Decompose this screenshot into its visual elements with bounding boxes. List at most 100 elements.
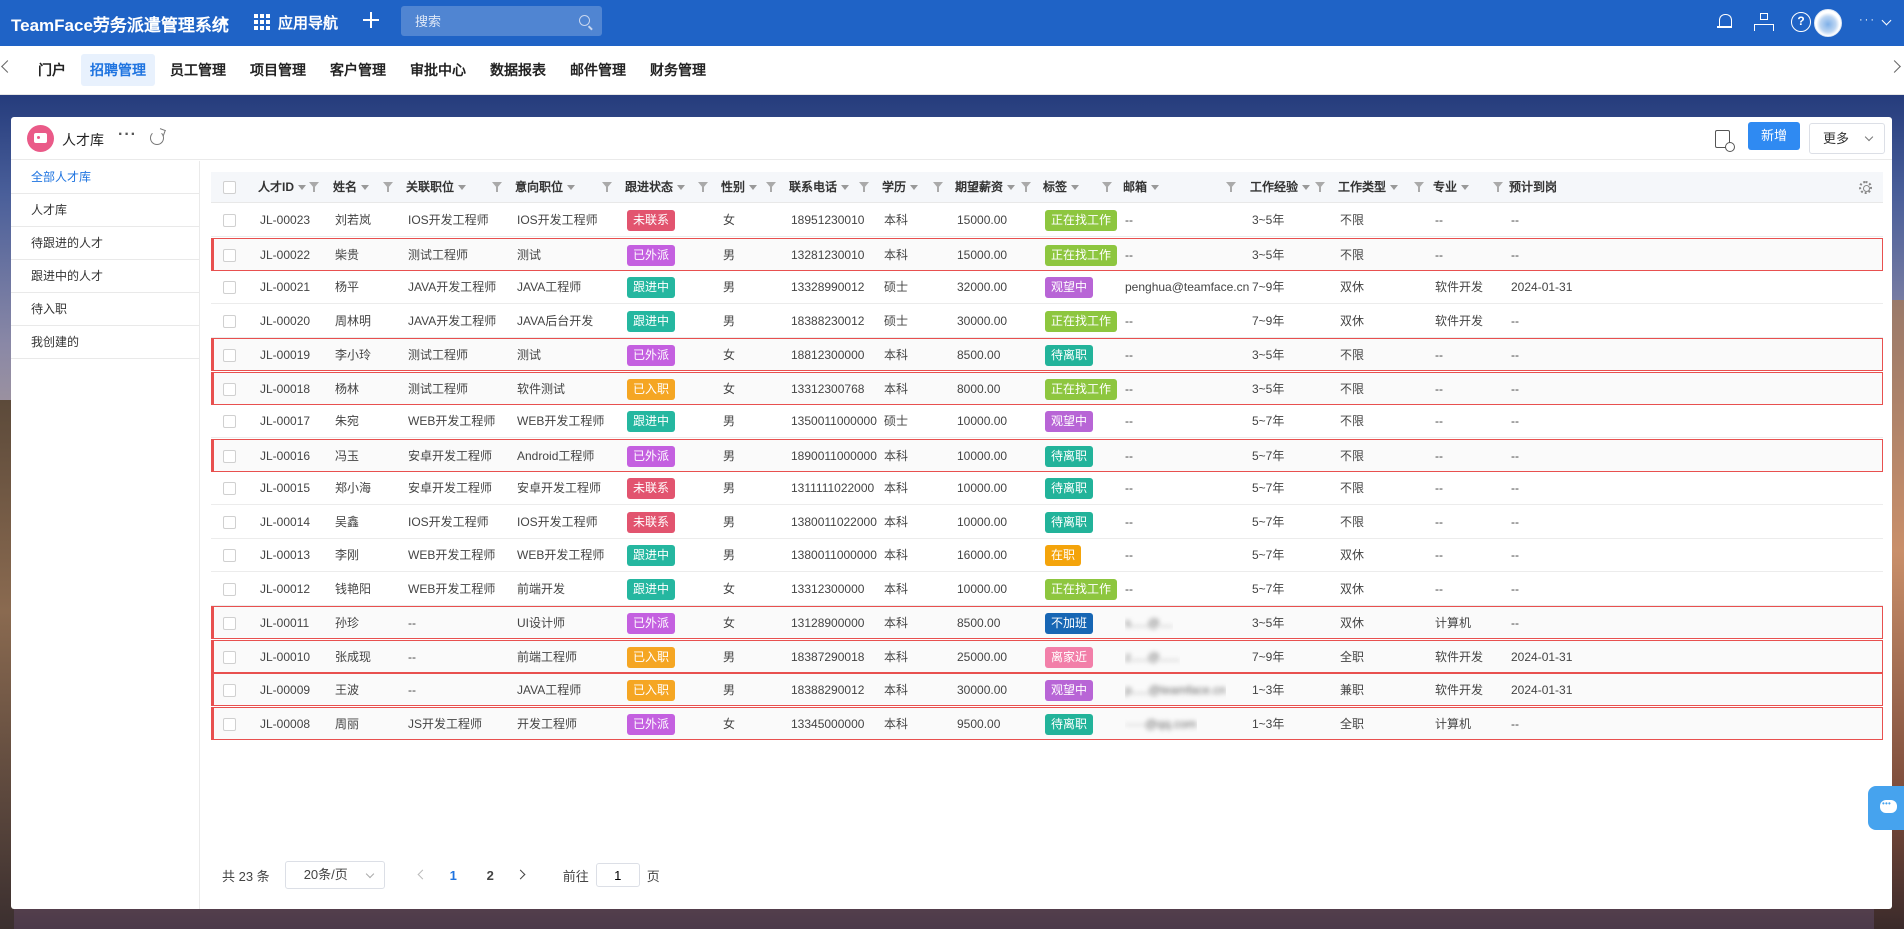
column-header-intent[interactable]: 意向职位	[515, 172, 576, 203]
row-checkbox[interactable]	[223, 617, 236, 630]
column-header-phone[interactable]: 联系电话	[789, 172, 850, 203]
filter-icon[interactable]	[492, 182, 502, 192]
tab-module-0[interactable]: 门户	[29, 54, 75, 86]
tab-module-6[interactable]: 数据报表	[481, 54, 555, 86]
filter-icon[interactable]	[309, 182, 319, 192]
table-row[interactable]: JL-00010 张成现 -- 前端工程师 已入职 男 18387290018 本科 25000…	[211, 639, 1883, 673]
table-row[interactable]: JL-00015 郑小海 安卓开发工程师 安卓开发工程师 未联系 男 13111110220…	[211, 472, 1883, 505]
sidebar-item-2[interactable]: 待跟进的人才	[11, 227, 199, 260]
filter-icon[interactable]	[933, 182, 943, 192]
row-checkbox[interactable]	[223, 415, 236, 428]
column-header-date[interactable]: 预计到岗	[1509, 172, 1557, 203]
more-dots-icon[interactable]: ···	[118, 126, 137, 144]
select-all-checkbox[interactable]	[223, 181, 236, 194]
column-header-exp[interactable]: 工作经验	[1250, 172, 1311, 203]
table-row[interactable]: JL-00013 李刚 WEB开发工程师 WEB开发工程师 跟进中 男 1380011000…	[211, 539, 1883, 572]
filter-icon[interactable]	[1021, 182, 1031, 192]
settings-icon[interactable]	[1859, 181, 1872, 194]
chevron-down-icon[interactable]	[1881, 15, 1892, 26]
table-row[interactable]: JL-00012 钱艳阳 WEB开发工程师 前端开发 跟进中 女 13312300000 本科…	[211, 573, 1883, 606]
table-row[interactable]: JL-00020 周林明 JAVA开发工程师 JAVA后台开发 跟进中 男 18388230…	[211, 305, 1883, 338]
sidebar-item-0[interactable]: 全部人才库	[11, 161, 199, 194]
filter-icon[interactable]	[1315, 182, 1325, 192]
column-header-edu[interactable]: 学历	[882, 172, 919, 203]
table-row[interactable]: JL-00017 朱宛 WEB开发工程师 WEB开发工程师 跟进中 男 1350011000…	[211, 405, 1883, 438]
sidebar-item-5[interactable]: 我创建的	[11, 326, 199, 359]
table-row[interactable]: JL-00018 杨林 测试工程师 软件测试 已入职 女 13312300768 本科 8000…	[211, 371, 1883, 405]
add-button[interactable]: 新增	[1748, 122, 1800, 150]
row-checkbox[interactable]	[223, 314, 236, 328]
column-header-salary[interactable]: 期望薪资	[955, 172, 1016, 203]
tab-module-4[interactable]: 客户管理	[321, 54, 395, 86]
row-checkbox[interactable]	[223, 449, 236, 463]
table-row[interactable]: JL-00008 周丽 JS开发工程师 开发工程师 已外派 女 13345000000 本科 9…	[211, 706, 1883, 740]
column-header-major[interactable]: 专业	[1433, 172, 1470, 203]
tab-module-7[interactable]: 邮件管理	[561, 54, 635, 86]
column-header-gender[interactable]: 性别	[721, 172, 758, 203]
filter-icon[interactable]	[698, 182, 708, 192]
chevron-left-icon[interactable]	[1, 60, 14, 73]
tab-module-1[interactable]: 招聘管理	[81, 54, 155, 86]
table-row[interactable]: JL-00009 王波 -- JAVA工程师 已入职 男 18388290012 本科 3000…	[211, 673, 1883, 706]
filter-icon[interactable]	[1226, 182, 1236, 192]
column-header-tag[interactable]: 标签	[1043, 172, 1080, 203]
sidebar-item-1[interactable]: 人才库	[11, 194, 199, 227]
user-name[interactable]: ···	[1859, 14, 1876, 26]
table-row[interactable]: JL-00016 冯玉 安卓开发工程师 Android工程师 已外派 男 189001100…	[211, 438, 1883, 472]
bell-icon[interactable]	[1715, 12, 1735, 32]
refresh-icon[interactable]	[150, 131, 164, 145]
filter-icon[interactable]	[1414, 182, 1424, 192]
prev-page-button[interactable]	[409, 861, 435, 889]
column-header-pos[interactable]: 关联职位	[406, 172, 467, 203]
page-2-button[interactable]: 2	[472, 868, 509, 883]
table-row[interactable]: JL-00021 杨平 JAVA开发工程师 JAVA工程师 跟进中 男 1332899001…	[211, 271, 1883, 304]
chat-button[interactable]	[1868, 786, 1904, 830]
search-icon[interactable]	[579, 15, 590, 26]
filter-icon[interactable]	[602, 182, 612, 192]
goto-page-input[interactable]	[595, 863, 640, 887]
plus-icon[interactable]	[361, 10, 381, 30]
more-button[interactable]: 更多	[1809, 123, 1885, 154]
row-checkbox[interactable]	[223, 717, 236, 731]
row-checkbox[interactable]	[223, 582, 236, 596]
table-row[interactable]: JL-00014 吴鑫 IOS开发工程师 IOS开发工程师 未联系 男 1380011022…	[211, 506, 1883, 539]
table-row[interactable]: JL-00022 柴贵 测试工程师 测试 已外派 男 13281230010 本科 15000.…	[211, 237, 1883, 271]
row-checkbox[interactable]	[223, 684, 236, 697]
avatar[interactable]	[1814, 9, 1842, 37]
table-row[interactable]: JL-00011 孙珍 -- UI设计师 已外派 女 13128900000 本科 8500.0…	[211, 606, 1883, 639]
next-page-button[interactable]	[509, 861, 535, 889]
table-row[interactable]: JL-00019 李小玲 测试工程师 测试 已外派 女 18812300000 本科 8500.…	[211, 338, 1883, 371]
page-1-button[interactable]: 1	[435, 868, 472, 883]
search-input[interactable]	[401, 6, 571, 36]
row-checkbox[interactable]	[223, 349, 236, 362]
column-header-email[interactable]: 邮箱	[1123, 172, 1160, 203]
tab-module-2[interactable]: 员工管理	[161, 54, 235, 86]
filter-icon[interactable]	[1102, 182, 1112, 192]
app-nav-button[interactable]: 应用导航	[254, 11, 338, 33]
sidebar-item-3[interactable]: 跟进中的人才	[11, 260, 199, 293]
tab-module-8[interactable]: 财务管理	[641, 54, 715, 86]
filter-icon[interactable]	[1493, 182, 1503, 192]
row-checkbox[interactable]	[223, 248, 236, 262]
filter-icon[interactable]	[766, 182, 776, 192]
row-checkbox[interactable]	[223, 515, 236, 529]
help-icon[interactable]: ?	[1791, 12, 1811, 32]
table-row[interactable]: JL-00023 刘若岚 IOS开发工程师 IOS开发工程师 未联系 女 189512300…	[211, 204, 1883, 237]
export-icon[interactable]	[1715, 130, 1735, 152]
row-checkbox[interactable]	[223, 482, 236, 495]
row-checkbox[interactable]	[223, 382, 236, 396]
sidebar-item-4[interactable]: 待入职	[11, 293, 199, 326]
page-size-select[interactable]: 20条/页	[284, 861, 385, 889]
app-title[interactable]: TeamFace劳务派遣管理系统	[11, 11, 229, 36]
row-checkbox[interactable]	[223, 650, 236, 664]
tab-module-3[interactable]: 项目管理	[241, 54, 315, 86]
org-chart-icon[interactable]	[1753, 12, 1774, 32]
column-header-type[interactable]: 工作类型	[1338, 172, 1399, 203]
row-checkbox[interactable]	[223, 549, 236, 562]
tab-module-5[interactable]: 审批中心	[401, 54, 475, 86]
column-header-status[interactable]: 跟进状态	[625, 172, 686, 203]
column-header-name[interactable]: 姓名	[333, 172, 370, 203]
column-header-id[interactable]: 人才ID	[258, 172, 307, 203]
chevron-right-icon[interactable]	[1888, 60, 1901, 73]
filter-icon[interactable]	[859, 182, 869, 192]
